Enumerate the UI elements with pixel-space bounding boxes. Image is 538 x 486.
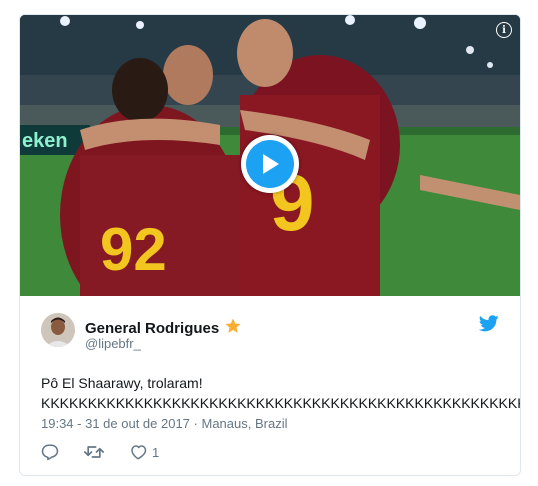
tweet-text: Pô El Shaarawy, trolaram! KKKKKKKKKKKKKK… xyxy=(41,373,521,413)
twitter-bird-icon[interactable] xyxy=(478,315,499,337)
retweet-button[interactable] xyxy=(84,443,104,461)
play-icon xyxy=(246,140,294,188)
video-player[interactable]: eken 92 9 i xyxy=(20,15,520,296)
retweet-icon xyxy=(84,443,104,461)
svg-text:92: 92 xyxy=(100,216,167,283)
star-icon xyxy=(224,317,242,340)
reply-button[interactable] xyxy=(41,443,59,461)
tweet-text-line2: KKKKKKKKKKKKKKKKKKKKKKKKKKKKKKKKKKKKKKKK… xyxy=(41,395,521,411)
info-icon[interactable]: i xyxy=(496,22,512,38)
tweet-location[interactable]: Manaus, Brazil xyxy=(202,416,288,431)
tweet-card[interactable]: eken 92 9 i General Rodrigues @lipebfr_ … xyxy=(19,14,521,476)
like-button[interactable]: 1 xyxy=(129,443,159,461)
author-name[interactable]: General Rodrigues xyxy=(85,320,219,337)
avatar[interactable] xyxy=(41,313,75,347)
heart-icon xyxy=(129,443,147,461)
tweet-meta: 19:34 - 31 de out de 2017 · Manaus, Braz… xyxy=(41,416,287,431)
like-count: 1 xyxy=(152,444,160,460)
tweet-body: General Rodrigues @lipebfr_ Pô El Shaara… xyxy=(20,296,520,475)
svg-text:eken: eken xyxy=(22,130,68,152)
tweet-timestamp[interactable]: 19:34 - 31 de out de 2017 xyxy=(41,416,190,431)
meta-separator: · xyxy=(193,416,198,431)
tweet-text-line1: Pô El Shaarawy, trolaram! xyxy=(41,375,203,391)
author-handle[interactable]: @lipebfr_ xyxy=(85,336,141,351)
reply-icon xyxy=(41,443,59,461)
tweet-actions: 1 xyxy=(41,443,184,461)
play-button[interactable] xyxy=(241,135,299,193)
